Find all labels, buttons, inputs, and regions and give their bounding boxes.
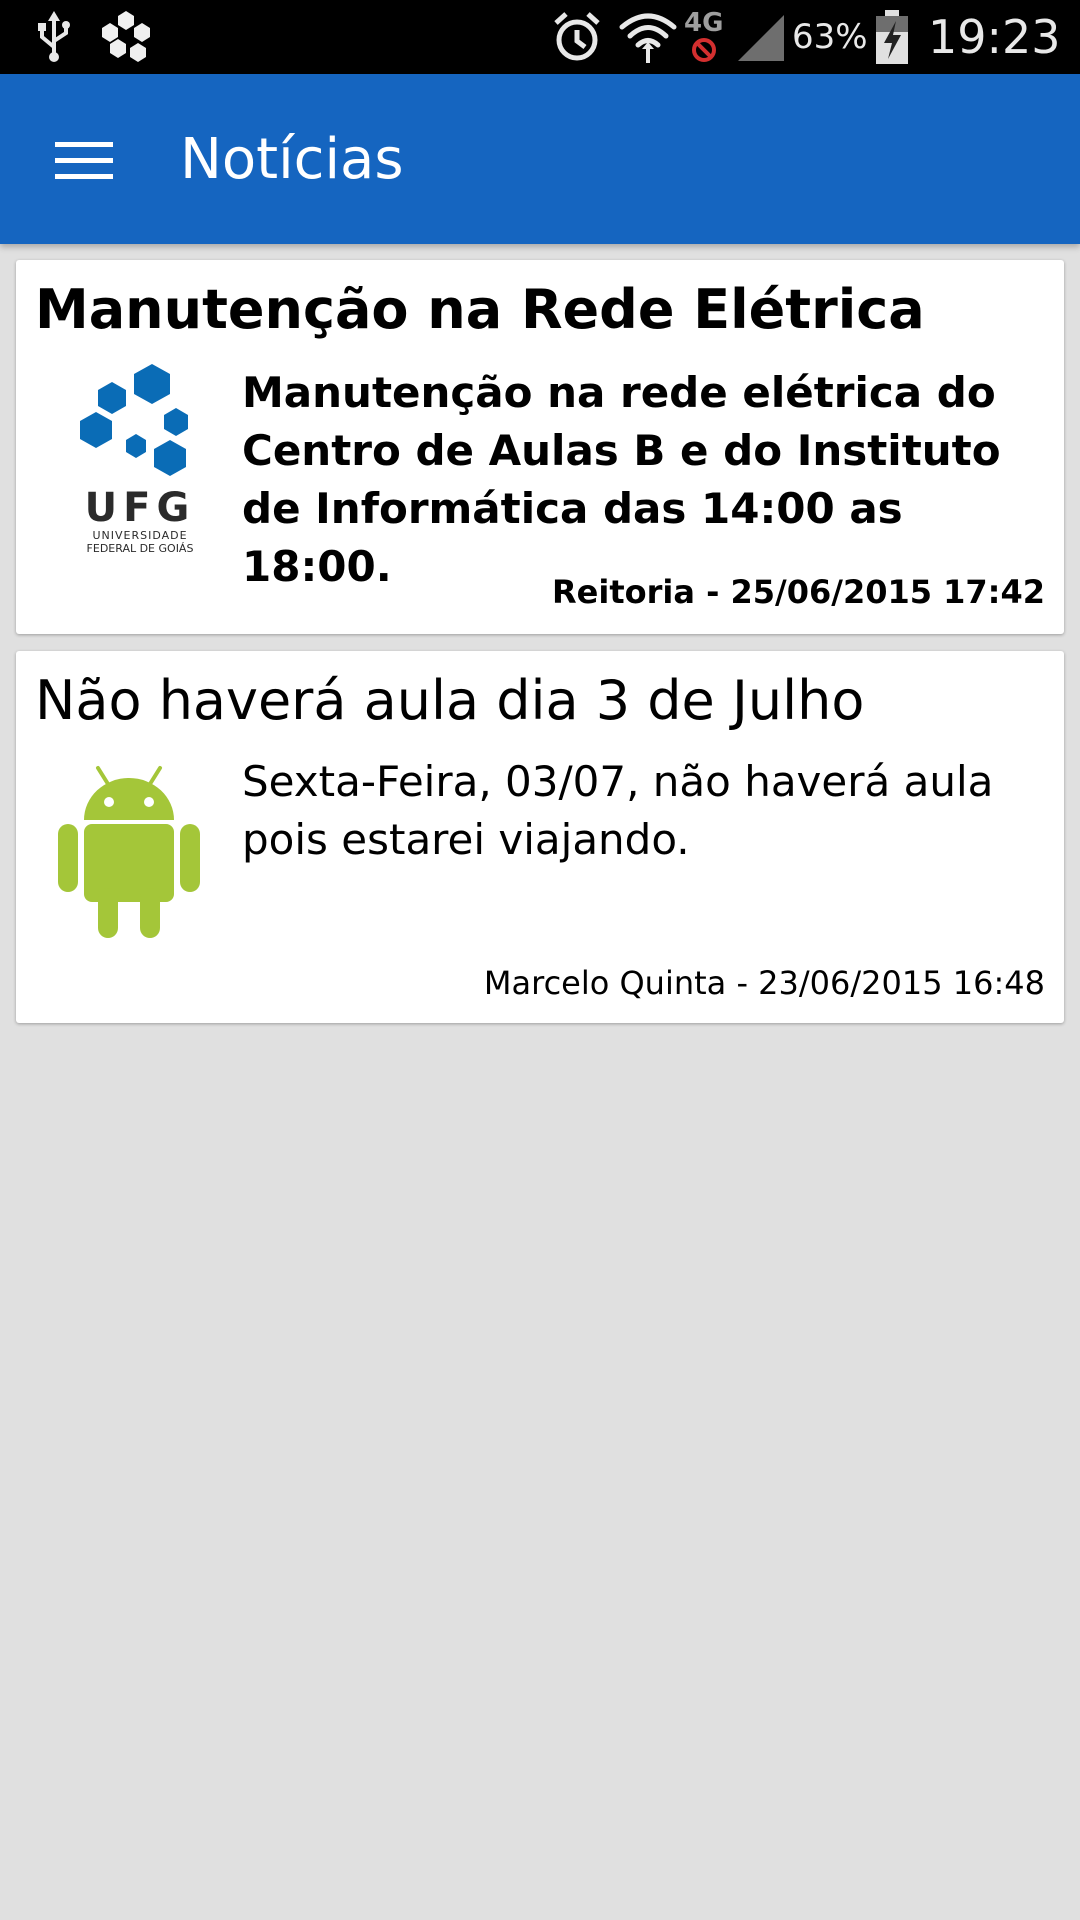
ufg-logo: UFG UNIVERSIDADE FEDERAL DE GOIÁS xyxy=(60,360,220,560)
battery-charging-icon xyxy=(872,0,912,74)
usb-icon xyxy=(34,0,74,74)
news-meta: Reitoria - 25/06/2015 17:42 xyxy=(552,573,1045,611)
ufg-hexagon-icon xyxy=(80,364,188,476)
news-body: Sexta-Feira, 03/07, não haverá aula pois… xyxy=(242,757,994,864)
battery-percent: 63% xyxy=(792,17,868,57)
status-bar: 4G 63% 19:23 xyxy=(0,0,1080,74)
menu-icon xyxy=(55,142,113,179)
page-title: Notícias xyxy=(180,126,404,192)
alarm-icon xyxy=(550,0,604,74)
app-bar: Notícias xyxy=(0,74,1080,244)
navigation-drawer-button[interactable] xyxy=(36,118,132,202)
wifi-icon xyxy=(618,0,678,74)
app-notification-icon xyxy=(96,0,156,74)
news-meta: Marcelo Quinta - 23/06/2015 16:48 xyxy=(483,964,1045,1002)
clock: 19:23 xyxy=(928,10,1061,64)
news-title: Não haverá aula dia 3 de Julho xyxy=(35,669,865,732)
ufg-logo-text: UFG xyxy=(84,485,196,531)
news-card[interactable]: Manutenção na Rede Elétrica UFG UNIVERSI… xyxy=(16,260,1064,634)
news-card[interactable]: Não haverá aula dia 3 de Julho Sexta-Fei… xyxy=(16,651,1064,1023)
network-type: 4G xyxy=(684,8,724,38)
news-title: Manutenção na Rede Elétrica xyxy=(35,278,925,341)
news-body: Manutenção na rede elétrica do Centro de… xyxy=(242,368,1001,591)
no-data-icon xyxy=(691,38,716,62)
mobile-data-icon: 4G xyxy=(684,0,723,74)
ufg-logo-subtext: UNIVERSIDADE xyxy=(92,529,188,542)
ufg-logo-subtext: FEDERAL DE GOIÁS xyxy=(86,542,194,555)
signal-icon xyxy=(736,0,786,74)
android-icon xyxy=(54,764,204,945)
